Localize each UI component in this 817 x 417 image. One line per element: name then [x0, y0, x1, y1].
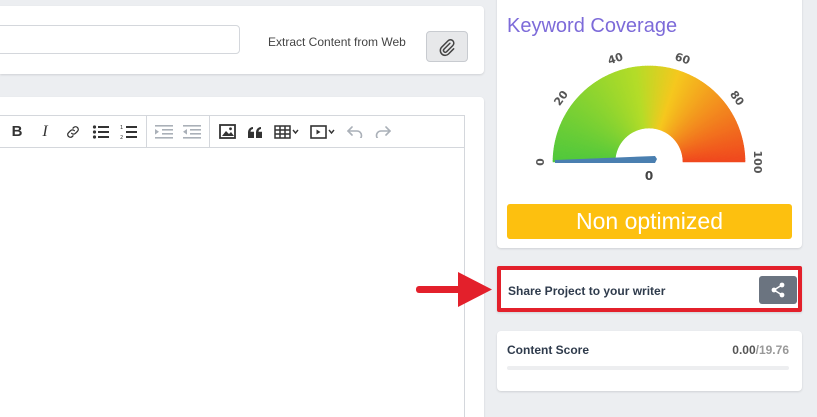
gauge-tick-label: 100 [751, 151, 764, 174]
share-project-label: Share Project to your writer [508, 284, 666, 298]
quote-icon [247, 126, 262, 138]
link-icon [67, 125, 79, 138]
gauge-arc [552, 65, 746, 163]
share-icon [771, 282, 785, 298]
indent-button[interactable] [150, 116, 178, 147]
bold-button[interactable]: B [3, 116, 31, 147]
editor-card: B I 1 2 [0, 97, 484, 417]
undo-icon [347, 125, 363, 138]
toolbar-group-indent [147, 116, 210, 147]
italic-icon: I [42, 122, 48, 140]
url-input[interactable] [0, 25, 240, 54]
gauge-tick-label: 0 [534, 158, 547, 166]
link-icon [439, 38, 455, 56]
content-score-label: Content Score [507, 343, 590, 357]
share-project-button[interactable] [759, 276, 797, 304]
table-icon [274, 124, 299, 139]
content-score-card: Content Score 0.00/19.76 [497, 331, 802, 391]
optimization-status-badge: Non optimized [507, 204, 792, 239]
insert-image-button[interactable] [213, 116, 241, 147]
undo-button[interactable] [341, 116, 369, 147]
media-icon [310, 124, 335, 139]
gauge-tick-label: 20 [551, 88, 571, 108]
gauge-value-label: 0 [645, 169, 653, 183]
svg-text:1: 1 [120, 125, 123, 131]
redo-icon [375, 125, 391, 138]
red-arrow-icon [416, 272, 492, 307]
outdent-icon [183, 124, 201, 139]
keyword-coverage-card: Keyword Coverage 0 20 40 60 80 100 0 Non opti… [497, 0, 802, 248]
insert-table-button[interactable] [269, 116, 305, 147]
keyword-coverage-gauge: 0 20 40 60 80 100 0 [534, 50, 764, 183]
toolbar-group-format: B I 1 2 [0, 116, 147, 147]
editor-content-area[interactable] [0, 147, 465, 417]
content-score-total: /19.76 [755, 343, 789, 357]
gauge-tick-label: 80 [727, 88, 747, 108]
gauge-tick-label: 60 [673, 50, 692, 67]
extract-link-button[interactable] [426, 31, 468, 62]
toolbar-group-insert [210, 116, 400, 147]
share-project-card: Share Project to your writer [497, 266, 802, 312]
gauge-tick-label: 40 [606, 50, 625, 67]
blockquote-button[interactable] [241, 116, 269, 147]
content-score-progress-bar [507, 366, 789, 370]
content-score-current: 0.00 [732, 343, 756, 357]
bold-icon: B [11, 123, 23, 140]
redo-button[interactable] [369, 116, 397, 147]
indent-icon [155, 124, 173, 139]
outdent-button[interactable] [178, 116, 206, 147]
svg-text:2: 2 [120, 135, 123, 140]
keyword-coverage-title: Keyword Coverage [507, 15, 678, 37]
url-extract-card: Extract Content from Web [0, 6, 484, 74]
insert-media-button[interactable] [305, 116, 341, 147]
bullet-list-icon [92, 124, 109, 139]
numbered-list-button[interactable]: 1 2 [115, 116, 143, 147]
image-icon [218, 124, 236, 139]
numbered-list-icon: 1 2 [120, 125, 137, 140]
editor-toolbar: B I 1 2 [0, 115, 465, 148]
content-score-value: 0.00/19.76 [732, 343, 789, 357]
italic-button[interactable]: I [31, 116, 59, 147]
bullet-list-button[interactable] [87, 116, 115, 147]
extract-content-label: Extract Content from Web [268, 35, 406, 49]
link-button[interactable] [59, 116, 87, 147]
